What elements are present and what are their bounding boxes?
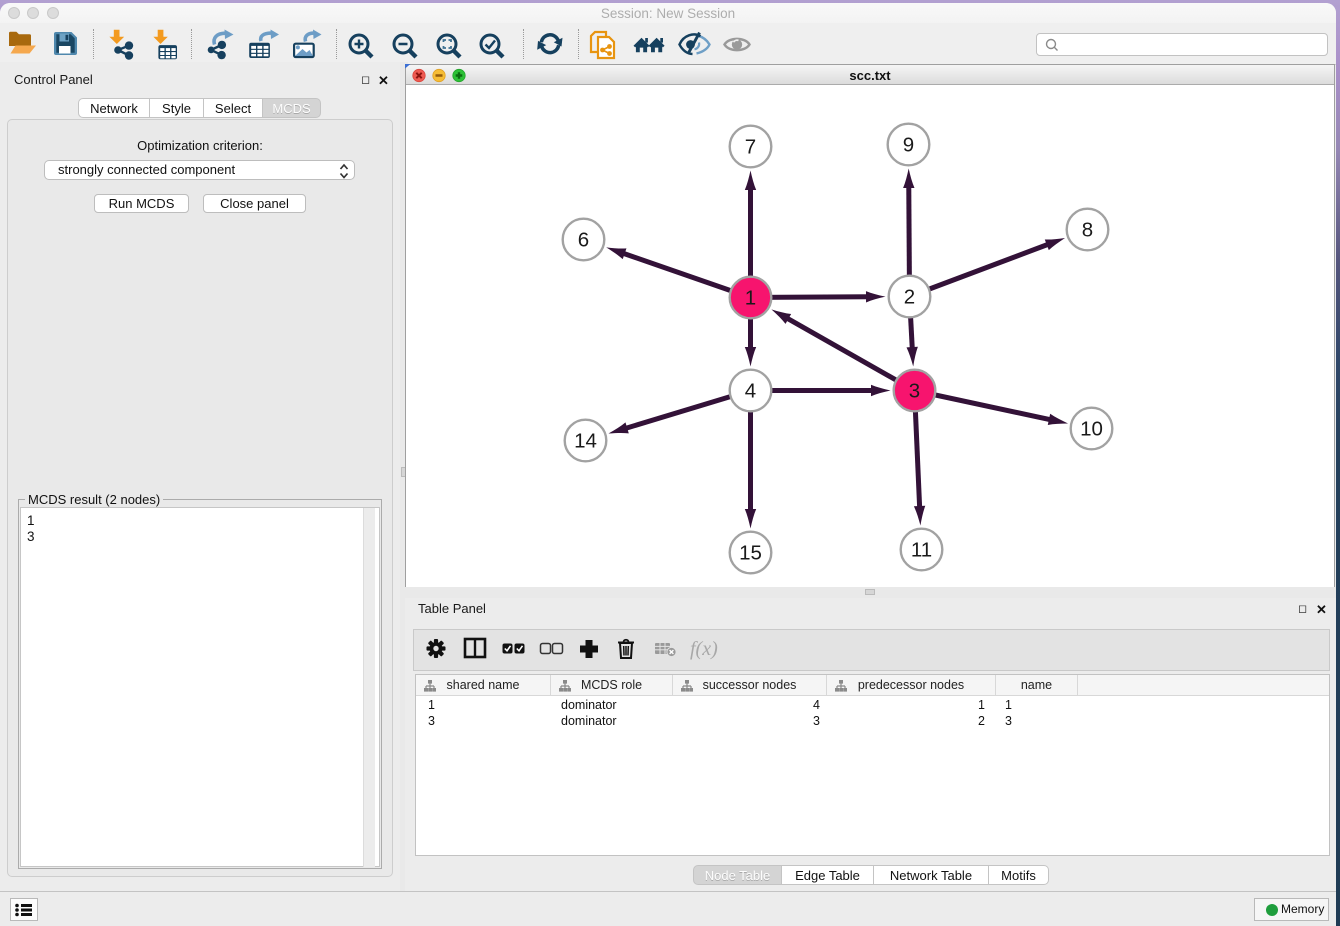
svg-text:4: 4 xyxy=(745,380,756,403)
svg-text:7: 7 xyxy=(745,136,756,159)
svg-text:2: 2 xyxy=(904,286,915,309)
svg-text:3: 3 xyxy=(909,380,920,403)
svg-text:f(x): f(x) xyxy=(690,638,718,660)
svg-text:6: 6 xyxy=(578,229,589,252)
svg-text:11: 11 xyxy=(911,539,932,562)
svg-text:10: 10 xyxy=(1080,418,1103,441)
svg-text:14: 14 xyxy=(574,430,597,453)
svg-text:8: 8 xyxy=(1082,219,1093,242)
svg-text:1: 1 xyxy=(745,287,756,310)
svg-text:9: 9 xyxy=(903,134,914,157)
svg-text:15: 15 xyxy=(739,542,762,565)
